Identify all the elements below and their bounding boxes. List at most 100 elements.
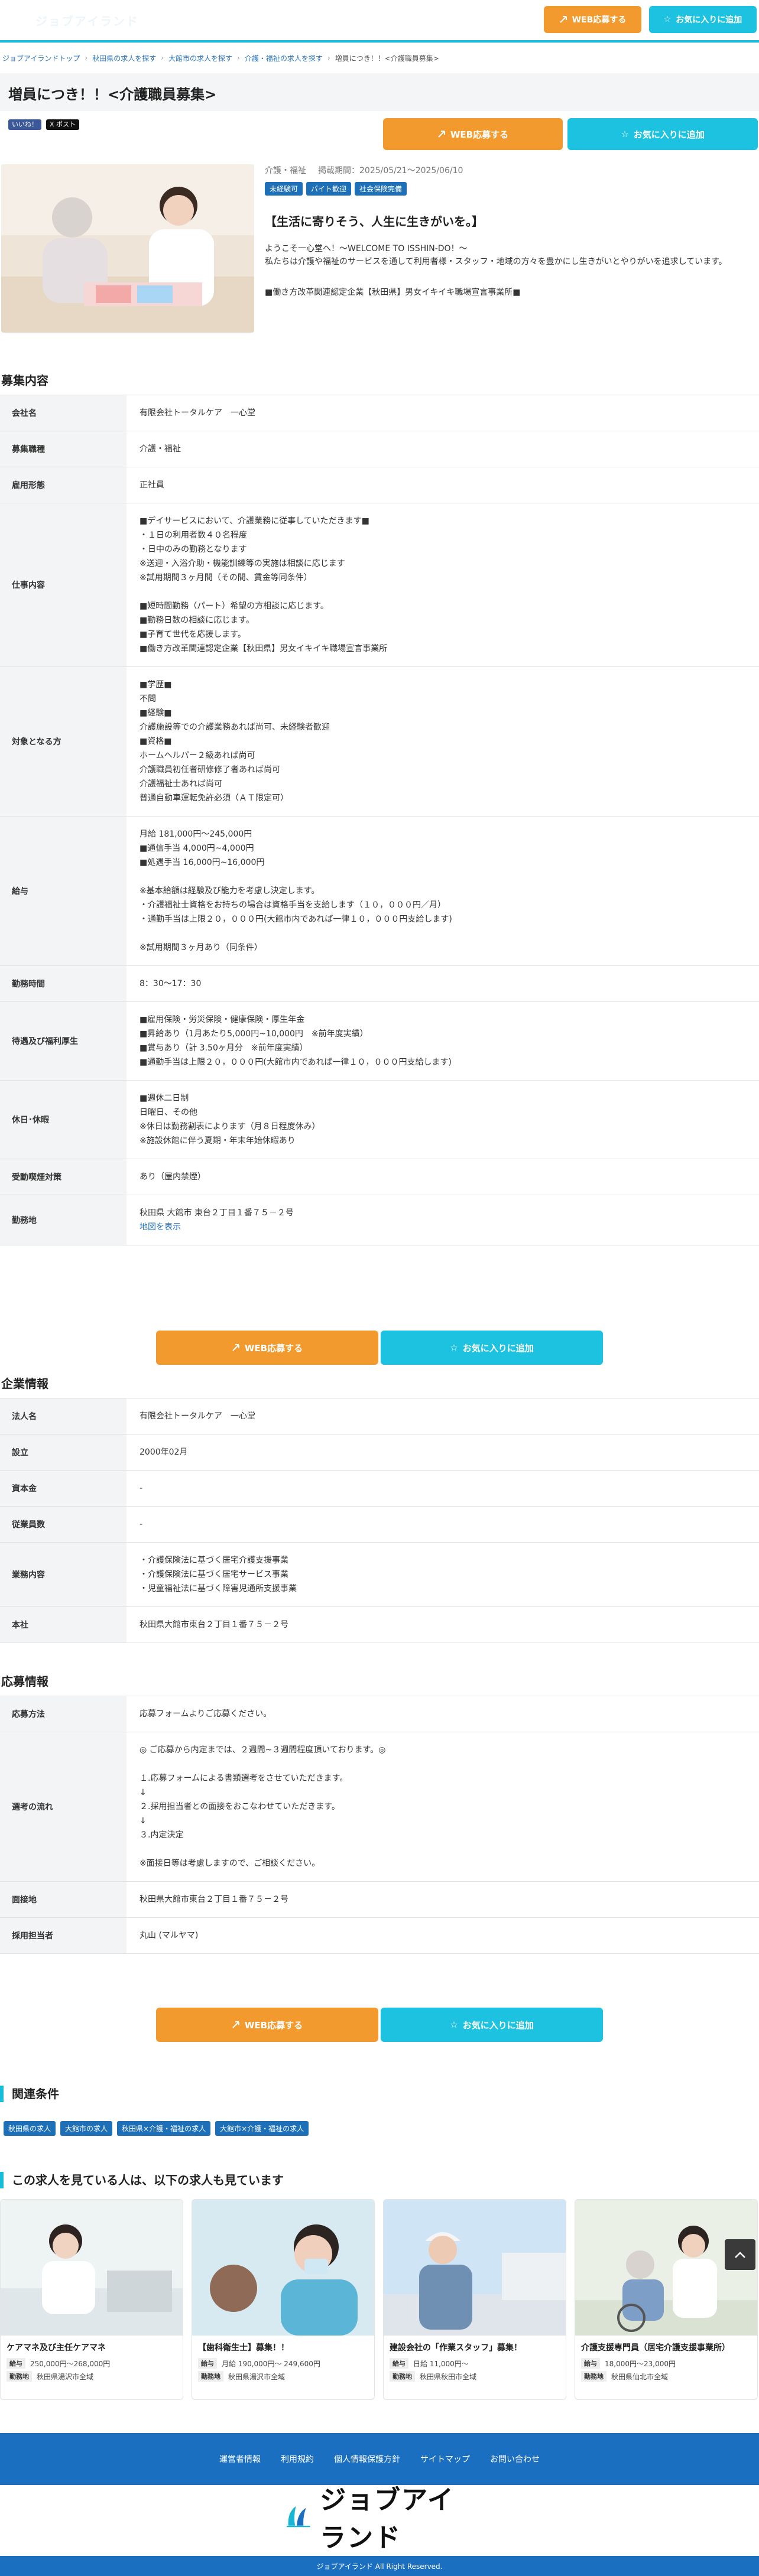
recruit-row: 休日･休暇 ■週休二日制 日曜日、その他 ※休日は勤務割表によります（月８日程度休み）…: [0, 1081, 759, 1159]
apply_info-value-line: １.応募フォームによる書類選考をさせていただきます。: [140, 1774, 348, 1783]
catchcopy: 【生活に寄りそう、人生に生きがいを。】: [265, 214, 484, 229]
apply-button-middle[interactable]: WEB応募する: [156, 1331, 378, 1365]
apply-icon: [232, 1344, 239, 1351]
job-tags: 未経験可 パイト歓迎 社会保険完備: [265, 182, 755, 196]
breadcrumb-top[interactable]: ジョブアイランドトップ: [2, 53, 80, 63]
related-tag-link[interactable]: 大館市の求人: [60, 2121, 113, 2136]
recommend-card[interactable]: 介護支援専門員（居宅介護支援事業所） 給与 18,000円～23,000円 勤務地…: [575, 2199, 758, 2400]
header-favorite-button[interactable]: ☆ お気に入りに追加: [649, 6, 757, 33]
recruit-row: 会社名 有限会社トータルケア 一心堂: [0, 395, 759, 431]
card-title: 建設会社の「作業スタッフ」募集！: [390, 2343, 522, 2353]
recruit-row-value: ■学歴■ 不問 ■経験■ 介護施設等での介護業務あれば尚可、未経験者歓迎 ■資格■ ホーム…: [126, 667, 759, 816]
apply_info-row: 採用担当者 丸山 (マルヤマ): [0, 1918, 759, 1954]
x-post-button[interactable]: X ポスト: [46, 119, 80, 130]
apply-button-bottom[interactable]: WEB応募する: [156, 2008, 378, 2042]
recommend-card[interactable]: ケアマネ及び主任ケアマネ 給与 250,000円～268,000円 勤務地 秋田県湯…: [0, 2199, 183, 2400]
map-link[interactable]: 地図を表示: [140, 1220, 747, 1234]
card-salary: 給与 250,000円～268,000円: [1, 2356, 183, 2369]
recruit-value-line: 介護・福祉: [140, 444, 181, 454]
related-tag-link[interactable]: 秋田県×介護・福祉の求人: [117, 2121, 211, 2136]
recruit-value-line: ・通勤手当は上限２０，０００円(大館市内であれば一律１０，０００円支給します): [140, 915, 452, 924]
recruit-value-line: 介護福祉士あれば尚可: [140, 779, 222, 789]
company-row-label: 従業員数: [0, 1507, 126, 1542]
apply-button-top[interactable]: WEB応募する: [383, 118, 563, 150]
recommend-card[interactable]: 建設会社の「作業スタッフ」募集！ 給与 日給 11,000円～ 勤務地 秋田県秋田市…: [383, 2199, 566, 2400]
breadcrumb-city[interactable]: 大館市の求人を探す: [168, 53, 232, 63]
star-icon: ☆: [450, 1342, 458, 1353]
company-row-label: 資本金: [0, 1471, 126, 1506]
recruit-value-line: あり（屋内禁煙）: [140, 1172, 206, 1182]
job-category: 介護・福祉: [265, 166, 306, 175]
company-row: 法人名 有限会社トータルケア 一心堂: [0, 1398, 759, 1435]
recruit-row-label: 休日･休暇: [0, 1081, 126, 1159]
recruit-value-line: ※施設休館に伴う夏期・年末年始休暇あり: [140, 1136, 296, 1146]
recruit-row-label: 仕事内容: [0, 503, 126, 666]
header-apply-button[interactable]: WEB応募する: [544, 6, 641, 33]
footer-link[interactable]: 個人情報保護方針: [334, 2453, 400, 2465]
recruit-row-label: 受動喫煙対策: [0, 1159, 126, 1195]
apply_info-value-line: ↓: [140, 1788, 147, 1797]
apply_info-row-value: 丸山 (マルヤマ): [126, 1918, 759, 1953]
company-row: 設立 2000年02月: [0, 1435, 759, 1471]
card-salary: 給与 18,000円～23,000円: [575, 2356, 757, 2369]
section-heading-recommend: この求人を見ている人は、以下の求人も見ています: [0, 2172, 284, 2188]
recruit-value-line: 介護施設等での介護業務あれば尚可、未経験者歓迎: [140, 723, 330, 732]
recruit-value-line: ■資格■: [140, 737, 172, 746]
recruit-value-line: 介護職員初任者研修修了者あれば尚可: [140, 765, 280, 775]
card-salary: 給与 日給 11,000円～: [384, 2356, 566, 2369]
footer-link[interactable]: お問い合わせ: [490, 2453, 540, 2465]
recruit-row-value: 月給 181,000円～245,000円 ■通信手当 4,000円~4,000円 ■…: [126, 817, 759, 965]
related-tag-link[interactable]: 秋田県の求人: [4, 2121, 56, 2136]
chevron-up-icon: [735, 2252, 745, 2258]
apply_info-row-value: 秋田県大館市東台２丁目１番７５－２号: [126, 1882, 759, 1917]
recruit-row: 勤務地 秋田県 大館市 東台２丁目１番７５－２号 地図を表示: [0, 1195, 759, 1245]
favorite-button-top[interactable]: ☆ お気に入りに追加: [567, 118, 758, 150]
recruit-value-line: [140, 585, 747, 599]
job-tag: 未経験可: [265, 182, 303, 196]
recruit-value-line: ※試用期間３ヶ月あり（同条件）: [140, 943, 262, 952]
section-heading-company: 企業情報: [1, 1377, 48, 1391]
footer-logo[interactable]: ジョブアイランド: [285, 2485, 474, 2553]
company-row-value: -: [126, 1471, 759, 1506]
site-header: ジョブアイランド WEB応募する ☆ お気に入りに追加: [0, 0, 759, 43]
company-row: 資本金 -: [0, 1471, 759, 1507]
apply_info-value-line: ２.採用担当者との面接をおこなわせていただきます。: [140, 1802, 340, 1811]
card-place: 勤務地 秋田県湯沢市全域: [192, 2369, 374, 2382]
recruit-row-label: 給与: [0, 817, 126, 965]
favorite-button-bottom[interactable]: ☆ お気に入りに追加: [381, 2008, 603, 2042]
company-table: 法人名 有限会社トータルケア 一心堂 設立 2000年02月 資本金 - 従業員数 - 業務内容…: [0, 1398, 759, 1643]
recruit-row-value: ■デイサービスにおいて、介護業務に従事していただきます■ ・１日の利用者数４０名程…: [126, 503, 759, 666]
card-salary: 給与 月給 190,000円～ 249,600円: [192, 2356, 374, 2369]
site-logo[interactable]: ジョブアイランド: [35, 7, 154, 33]
apply_info-value-line: [140, 1757, 747, 1771]
recruit-row-label: 勤務時間: [0, 966, 126, 1001]
card-title: 介護支援専門員（居宅介護支援事業所）: [581, 2343, 730, 2353]
company-row-value: 有限会社トータルケア 一心堂: [126, 1398, 759, 1434]
footer-link[interactable]: 利用規約: [281, 2453, 314, 2465]
card-place: 勤務地 秋田県湯沢市全域: [1, 2369, 183, 2382]
recommend-card[interactable]: 【歯科衛生士】募集！！ 給与 月給 190,000円～ 249,600円 勤務地秋…: [192, 2199, 375, 2400]
facebook-like-button[interactable]: いいね！: [8, 119, 41, 130]
recruit-row-label: 対象となる方: [0, 667, 126, 816]
recruit-value-line: 不問: [140, 694, 156, 704]
company-row-value: 2000年02月: [126, 1435, 759, 1470]
recruit-row: 雇用形態 正社員: [0, 467, 759, 503]
footer-link[interactable]: サイトマップ: [420, 2453, 470, 2465]
related-tag-link[interactable]: 大館市×介護・福祉の求人: [215, 2121, 309, 2136]
footer-link[interactable]: 運営者情報: [219, 2453, 261, 2465]
page-title: 増員につき！！<介護職員募集>: [8, 86, 217, 103]
recruit-value-line: ■働き方改革関連認定企業【秋田県】男女イキイキ職場宣言事業所: [140, 644, 388, 653]
scroll-to-top-button[interactable]: [725, 2239, 755, 2270]
recruit-value-line: ■昇給あり（1月あたり5,000円~10,000円 ※前年度実績）: [140, 1029, 368, 1039]
apply_info-value-line: ※面接日等は考慮しますので、ご相談ください。: [140, 1859, 320, 1868]
apply_info-value-line: 丸山 (マルヤマ): [140, 1931, 199, 1940]
favorite-button-middle[interactable]: ☆ お気に入りに追加: [381, 1331, 603, 1365]
apply-icon: [438, 131, 445, 138]
recruit-value-line: ※休日は勤務割表によります（月８日程度休み）: [140, 1122, 320, 1131]
recruit-row-label: 待遇及び福利厚生: [0, 1002, 126, 1080]
footer-logo-text: ジョブアイランド: [320, 2485, 455, 2553]
breadcrumb-prefecture[interactable]: 秋田県の求人を探す: [92, 53, 156, 63]
recruit-row: 待遇及び福利厚生 ■雇用保険・労災保険・健康保険・厚生年金 ■昇給あり（1月あたり5…: [0, 1002, 759, 1081]
recruit-value-line: ■週休二日制: [140, 1094, 189, 1103]
breadcrumb-category[interactable]: 介護・福祉の求人を探す: [245, 53, 323, 63]
